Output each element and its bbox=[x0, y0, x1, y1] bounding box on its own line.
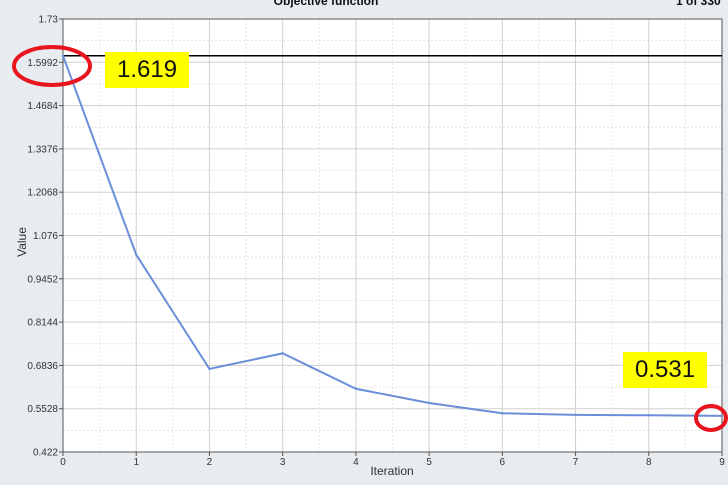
x-tick-label: 7 bbox=[573, 457, 579, 468]
data-point bbox=[61, 54, 65, 57]
data-point bbox=[208, 367, 211, 371]
y-tick-label: 1.3376 bbox=[27, 144, 58, 155]
y-tick-label: 1.4684 bbox=[27, 101, 58, 112]
y-tick-label: 0.422 bbox=[33, 448, 58, 459]
x-tick-label: 8 bbox=[646, 457, 652, 468]
x-tick-label: 0 bbox=[60, 457, 66, 468]
x-axis-label: Iteration bbox=[370, 464, 413, 478]
x-tick-label: 1 bbox=[133, 457, 139, 468]
data-point bbox=[354, 387, 358, 390]
y-tick-label: 0.5528 bbox=[27, 404, 58, 415]
data-point bbox=[574, 413, 577, 417]
y-tick-label: 0.9452 bbox=[27, 274, 58, 285]
data-point bbox=[135, 253, 138, 256]
data-point bbox=[647, 414, 650, 417]
chart-title: Objective function bbox=[274, 0, 379, 8]
x-tick-label: 9 bbox=[719, 457, 725, 468]
y-tick-label: 0.8144 bbox=[27, 318, 58, 329]
data-point bbox=[281, 352, 284, 355]
data-point bbox=[427, 401, 431, 405]
y-tick-label: 1.2068 bbox=[27, 188, 58, 199]
y-tick-label: 1.076 bbox=[33, 231, 58, 242]
start-value-callout: 1.619 bbox=[105, 52, 190, 88]
end-value-callout: 0.531 bbox=[623, 352, 708, 388]
x-tick-label: 5 bbox=[426, 457, 432, 468]
x-tick-label: 3 bbox=[280, 457, 286, 468]
data-point bbox=[501, 412, 504, 415]
chart-counter: 1 of 330 bbox=[676, 0, 721, 8]
x-tick-label: 6 bbox=[500, 457, 506, 468]
y-tick-label: 1.73 bbox=[39, 15, 59, 26]
y-tick-label: 0.6836 bbox=[27, 361, 58, 372]
y-tick-label: 1.5992 bbox=[27, 58, 58, 69]
y-axis-label: Value bbox=[15, 227, 29, 257]
x-tick-label: 2 bbox=[207, 457, 213, 468]
x-tick-label: 4 bbox=[353, 457, 359, 468]
data-point bbox=[720, 414, 724, 418]
